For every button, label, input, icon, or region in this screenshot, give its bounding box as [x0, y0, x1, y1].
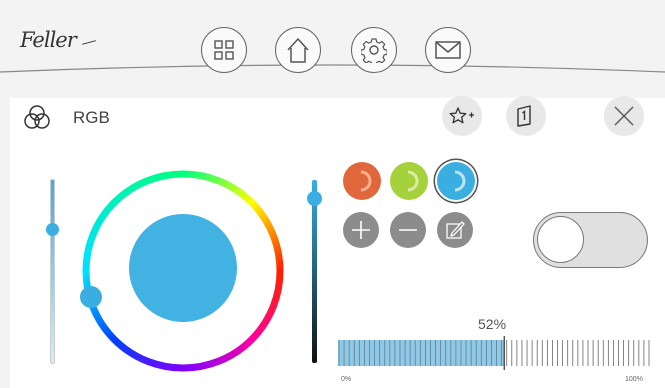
selected-color-preview [129, 214, 237, 322]
gear-icon [361, 38, 387, 63]
dimmer-bar[interactable] [338, 336, 650, 372]
saturation-track[interactable] [50, 179, 55, 364]
nav-home-button[interactable] [275, 27, 321, 73]
edit-preset-button[interactable] [437, 212, 473, 248]
top-bar: Feller [0, 0, 665, 78]
color-preset[interactable] [343, 162, 381, 200]
power-toggle[interactable] [533, 212, 648, 268]
plus-icon [352, 221, 370, 239]
rgb-circles-icon [22, 102, 52, 137]
header-curve [0, 64, 665, 73]
add-preset-button[interactable] [343, 212, 379, 248]
preset-arc-icon [454, 170, 466, 192]
color-wheel[interactable] [78, 166, 288, 376]
feller-logo: Feller [20, 28, 77, 52]
panel-title: RGB [73, 108, 110, 127]
dimmer-value-label: 52% [478, 316, 507, 332]
star-plus-icon [449, 107, 474, 124]
minus-icon [399, 229, 417, 231]
brightness-track[interactable] [312, 180, 317, 363]
close-icon [614, 106, 634, 126]
saturation-thumb[interactable] [46, 222, 59, 236]
grid-icon [214, 40, 234, 60]
color-preset[interactable] [437, 162, 475, 200]
color-preset[interactable] [390, 162, 428, 200]
mail-icon [435, 41, 461, 59]
preset-arc-icon [360, 170, 372, 192]
home-icon [287, 38, 309, 63]
preset-arc-icon [407, 170, 419, 192]
hue-thumb[interactable] [80, 286, 102, 308]
edit-icon [446, 221, 465, 239]
dimmer-max-label: 100% [625, 376, 643, 383]
scene-button[interactable] [506, 96, 546, 136]
nav-mail-button[interactable] [425, 27, 471, 73]
remove-preset-button[interactable] [390, 212, 426, 248]
favorite-add-button[interactable] [442, 96, 482, 136]
toggle-knob [537, 216, 584, 263]
dimmer-fill [338, 340, 505, 366]
nav-grid-button[interactable] [201, 27, 247, 73]
logo-text: Feller [20, 28, 77, 52]
scene-1-icon [517, 105, 531, 127]
dimmer-min-label: 0% [341, 376, 352, 383]
close-button[interactable] [604, 96, 644, 136]
nav-settings-button[interactable] [351, 27, 397, 73]
